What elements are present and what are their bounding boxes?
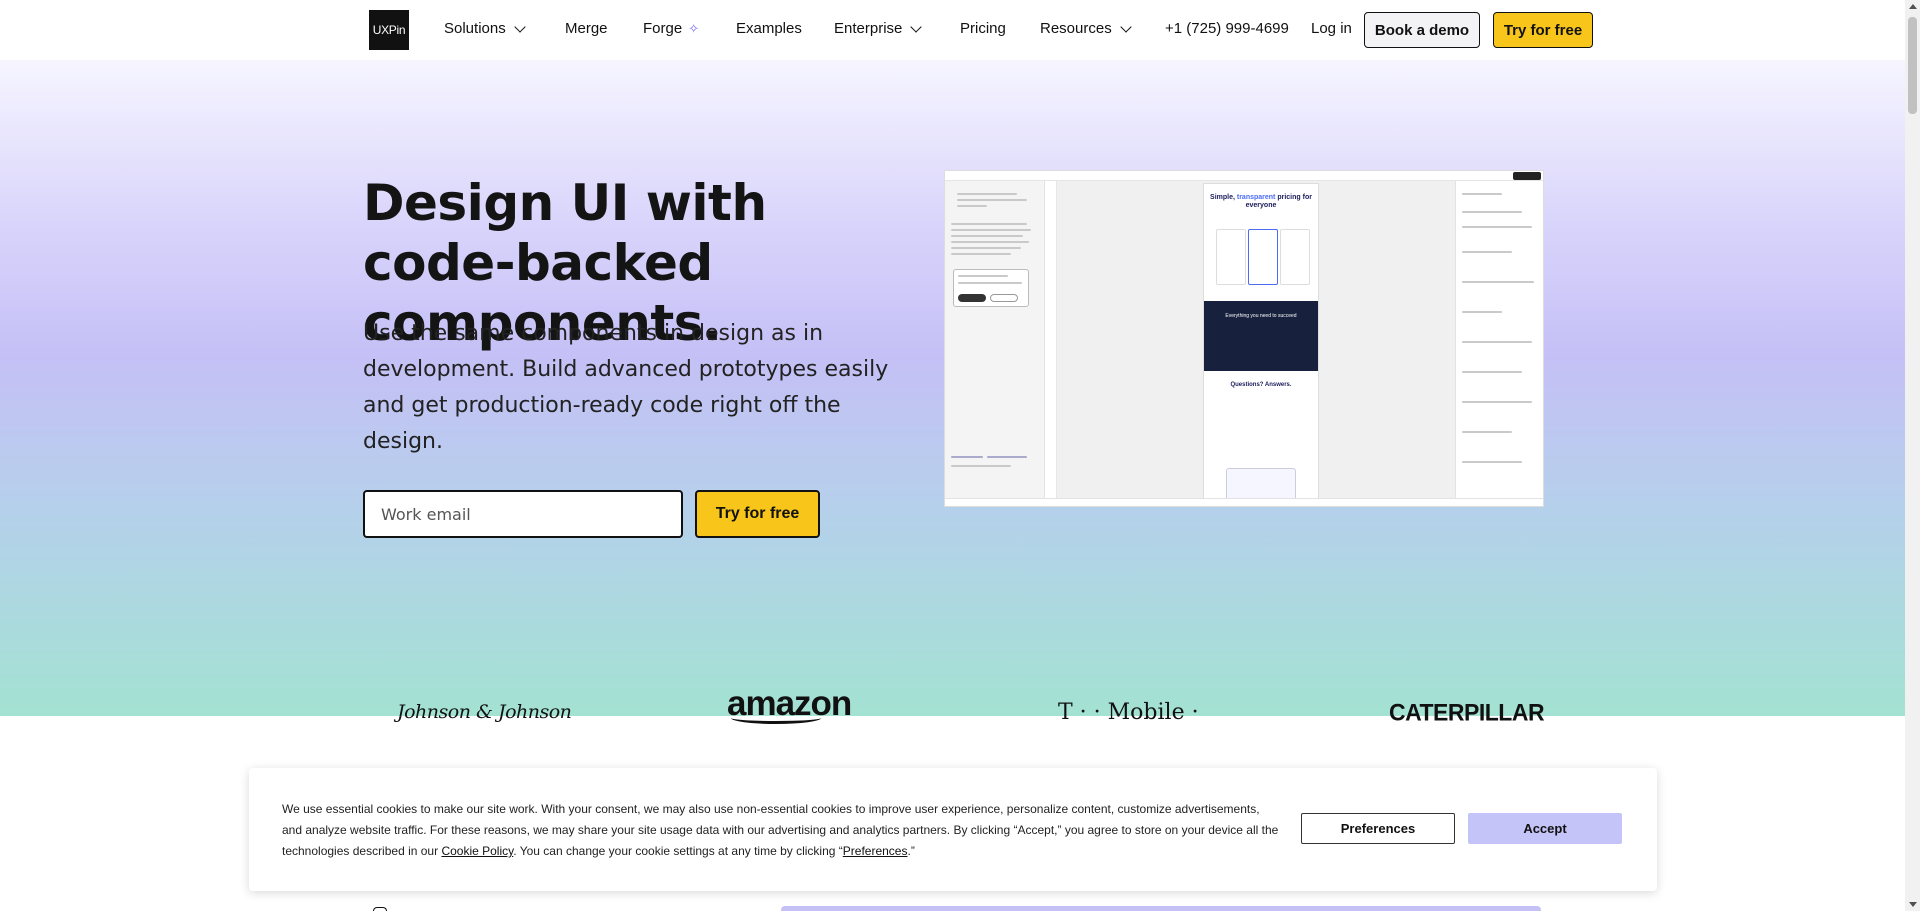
chevron-down-icon bbox=[910, 20, 923, 33]
nav-enterprise-label: Enterprise bbox=[834, 20, 903, 37]
section-icon-peek bbox=[373, 907, 387, 911]
scroll-up-arrow-icon[interactable] bbox=[1909, 4, 1917, 9]
preferences-link[interactable]: Preferences bbox=[843, 844, 908, 858]
scrollbar-thumb[interactable] bbox=[1908, 17, 1917, 114]
nav-merge[interactable]: Merge bbox=[565, 20, 608, 37]
book-demo-button[interactable]: Book a demo bbox=[1364, 12, 1480, 48]
get-code-button bbox=[1513, 172, 1541, 180]
editor-preview-image: Simple, transparent pricing for everyone… bbox=[944, 170, 1544, 507]
cookie-policy-link[interactable]: Cookie Policy bbox=[441, 844, 513, 858]
mockup-dark-section: Everything you need to succeed bbox=[1204, 301, 1318, 371]
caterpillar-logo: CATERPILLAR bbox=[1389, 697, 1545, 726]
t-mobile-logo: T · · Mobile · bbox=[1058, 699, 1199, 725]
editor-toolbar bbox=[945, 171, 1543, 181]
hero-subtitle: Use the same components in design as in … bbox=[363, 321, 889, 454]
amazon-logo: amazon bbox=[727, 684, 852, 724]
sparkle-icon: ✧ bbox=[688, 20, 700, 36]
cookie-consent-text: We use essential cookies to make our sit… bbox=[282, 802, 1279, 858]
top-navigation: UXPin Solutions Merge Forge ✧ Examples E… bbox=[0, 0, 1905, 60]
nav-pricing-label: Pricing bbox=[960, 20, 1006, 37]
nav-merge-label: Merge bbox=[565, 20, 608, 37]
work-email-input[interactable] bbox=[363, 490, 683, 538]
pricing-page-mockup: Simple, transparent pricing for everyone… bbox=[1203, 183, 1319, 506]
nav-examples-label: Examples bbox=[736, 20, 802, 37]
editor-status-bar bbox=[945, 498, 1543, 506]
page-scrollbar[interactable] bbox=[1905, 0, 1920, 911]
mockup-title: Simple, transparent pricing for everyone bbox=[1210, 194, 1312, 209]
nav-solutions-label: Solutions bbox=[444, 20, 506, 37]
scroll-down-arrow-icon[interactable] bbox=[1909, 902, 1917, 907]
chevron-down-icon bbox=[1120, 20, 1132, 33]
amazon-smile-icon bbox=[731, 712, 821, 724]
uxpin-logo[interactable]: UXPin bbox=[369, 10, 409, 50]
cookie-accept-button[interactable]: Accept bbox=[1468, 813, 1622, 844]
nav-solutions[interactable]: Solutions bbox=[444, 20, 526, 37]
nav-resources[interactable]: Resources bbox=[1040, 20, 1132, 37]
try-free-header-button[interactable]: Try for free bbox=[1493, 12, 1593, 48]
hero-section: Design UI with code-backed components. U… bbox=[0, 60, 1905, 725]
mockup-cta-card bbox=[1226, 468, 1296, 502]
nav-pricing[interactable]: Pricing bbox=[960, 20, 1006, 37]
nav-resources-label: Resources bbox=[1040, 20, 1112, 37]
cookie-preferences-button[interactable]: Preferences bbox=[1301, 813, 1455, 844]
editor-tools bbox=[1045, 181, 1057, 506]
nav-forge-label: Forge bbox=[643, 20, 683, 37]
login-link[interactable]: Log in bbox=[1311, 20, 1352, 37]
johnson-johnson-logo: Johnson & Johnson bbox=[397, 701, 572, 723]
nav-examples[interactable]: Examples bbox=[736, 20, 802, 37]
nav-enterprise[interactable]: Enterprise bbox=[834, 20, 923, 37]
section-card-peek bbox=[781, 906, 1541, 911]
cookie-consent-banner: We use essential cookies to make our sit… bbox=[249, 768, 1657, 891]
properties-panel bbox=[1455, 181, 1543, 506]
phone-link[interactable]: +1 (725) 999-4699 bbox=[1165, 20, 1289, 37]
mockup-faq-title: Questions? Answers. bbox=[1230, 382, 1292, 388]
component-generated-card bbox=[953, 269, 1029, 307]
chevron-down-icon bbox=[514, 20, 526, 33]
nav-forge[interactable]: Forge ✧ bbox=[643, 20, 699, 37]
try-free-hero-button[interactable]: Try for free bbox=[695, 490, 820, 538]
ai-chat-panel bbox=[945, 181, 1045, 506]
